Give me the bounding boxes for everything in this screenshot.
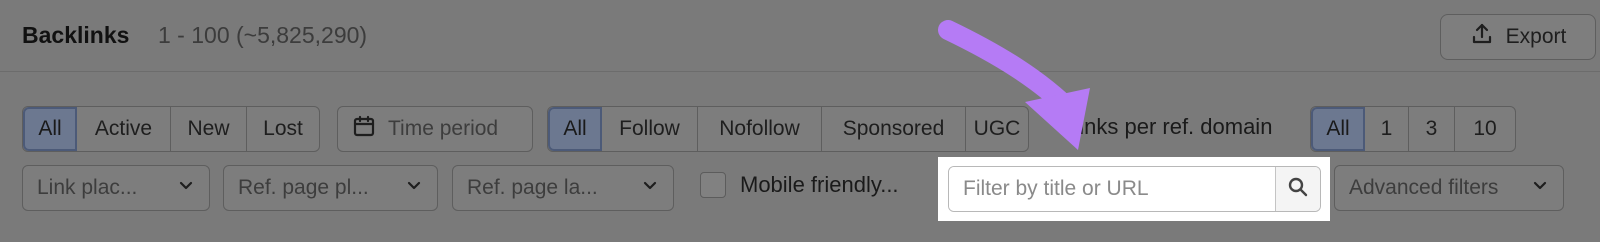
mobile-friendly-label: Mobile friendly... [740,172,899,197]
export-button[interactable]: Export [1440,14,1596,60]
mobile-friendly-checkbox[interactable] [700,172,726,198]
link-type-filter-group: All Follow Nofollow Sponsored UGC [547,106,1029,152]
time-period-label: Time period [388,117,499,140]
status-filter-group: All Active New Lost [22,106,320,152]
search-input[interactable] [949,167,1275,211]
calendar-icon [352,114,376,144]
status-option-active[interactable]: Active [77,107,171,151]
results-count: 1 - 100 (~5,825,290) [158,22,368,48]
link-placement-label: Link plac... [37,176,138,199]
search-button[interactable] [1275,167,1320,211]
chevron-down-icon [405,176,423,200]
search-box [948,166,1321,212]
link-type-option-nofollow[interactable]: Nofollow [698,107,822,151]
link-type-option-all[interactable]: All [548,107,602,151]
links-per-ref-domain-label: Links per ref. domain [1067,114,1273,139]
status-option-all[interactable]: All [23,107,77,151]
page-title: Backlinks [22,22,130,48]
status-option-lost[interactable]: Lost [247,107,319,151]
chevron-down-icon [177,176,195,200]
header-bar: Backlinks 1 - 100 (~5,825,290) Export [0,0,1600,72]
time-period-button[interactable]: Time period [337,106,533,152]
advanced-filters-label: Advanced filters [1349,176,1499,199]
mobile-friendly-filter[interactable]: Mobile friendly... [700,172,899,198]
advanced-filters-dropdown[interactable]: Advanced filters [1334,165,1564,211]
status-option-new[interactable]: New [171,107,247,151]
link-type-option-follow[interactable]: Follow [602,107,698,151]
lprd-option-10[interactable]: 10 [1455,107,1515,151]
export-icon [1470,22,1494,52]
link-placement-dropdown[interactable]: Link plac... [22,165,210,211]
lprd-option-1[interactable]: 1 [1365,107,1409,151]
export-label: Export [1505,25,1567,48]
ref-page-language-dropdown[interactable]: Ref. page la... [452,165,674,211]
ref-page-platform-label: Ref. page pl... [238,176,369,199]
chevron-down-icon [641,176,659,200]
ref-page-language-label: Ref. page la... [467,176,598,199]
ref-page-platform-dropdown[interactable]: Ref. page pl... [223,165,438,211]
link-type-option-sponsored[interactable]: Sponsored [822,107,966,151]
search-icon [1287,176,1309,203]
link-type-option-ugc[interactable]: UGC [966,107,1028,151]
lprd-option-all[interactable]: All [1311,107,1365,151]
links-per-ref-domain-group: All 1 3 10 [1310,106,1516,152]
chevron-down-icon [1531,176,1549,200]
lprd-option-3[interactable]: 3 [1409,107,1455,151]
